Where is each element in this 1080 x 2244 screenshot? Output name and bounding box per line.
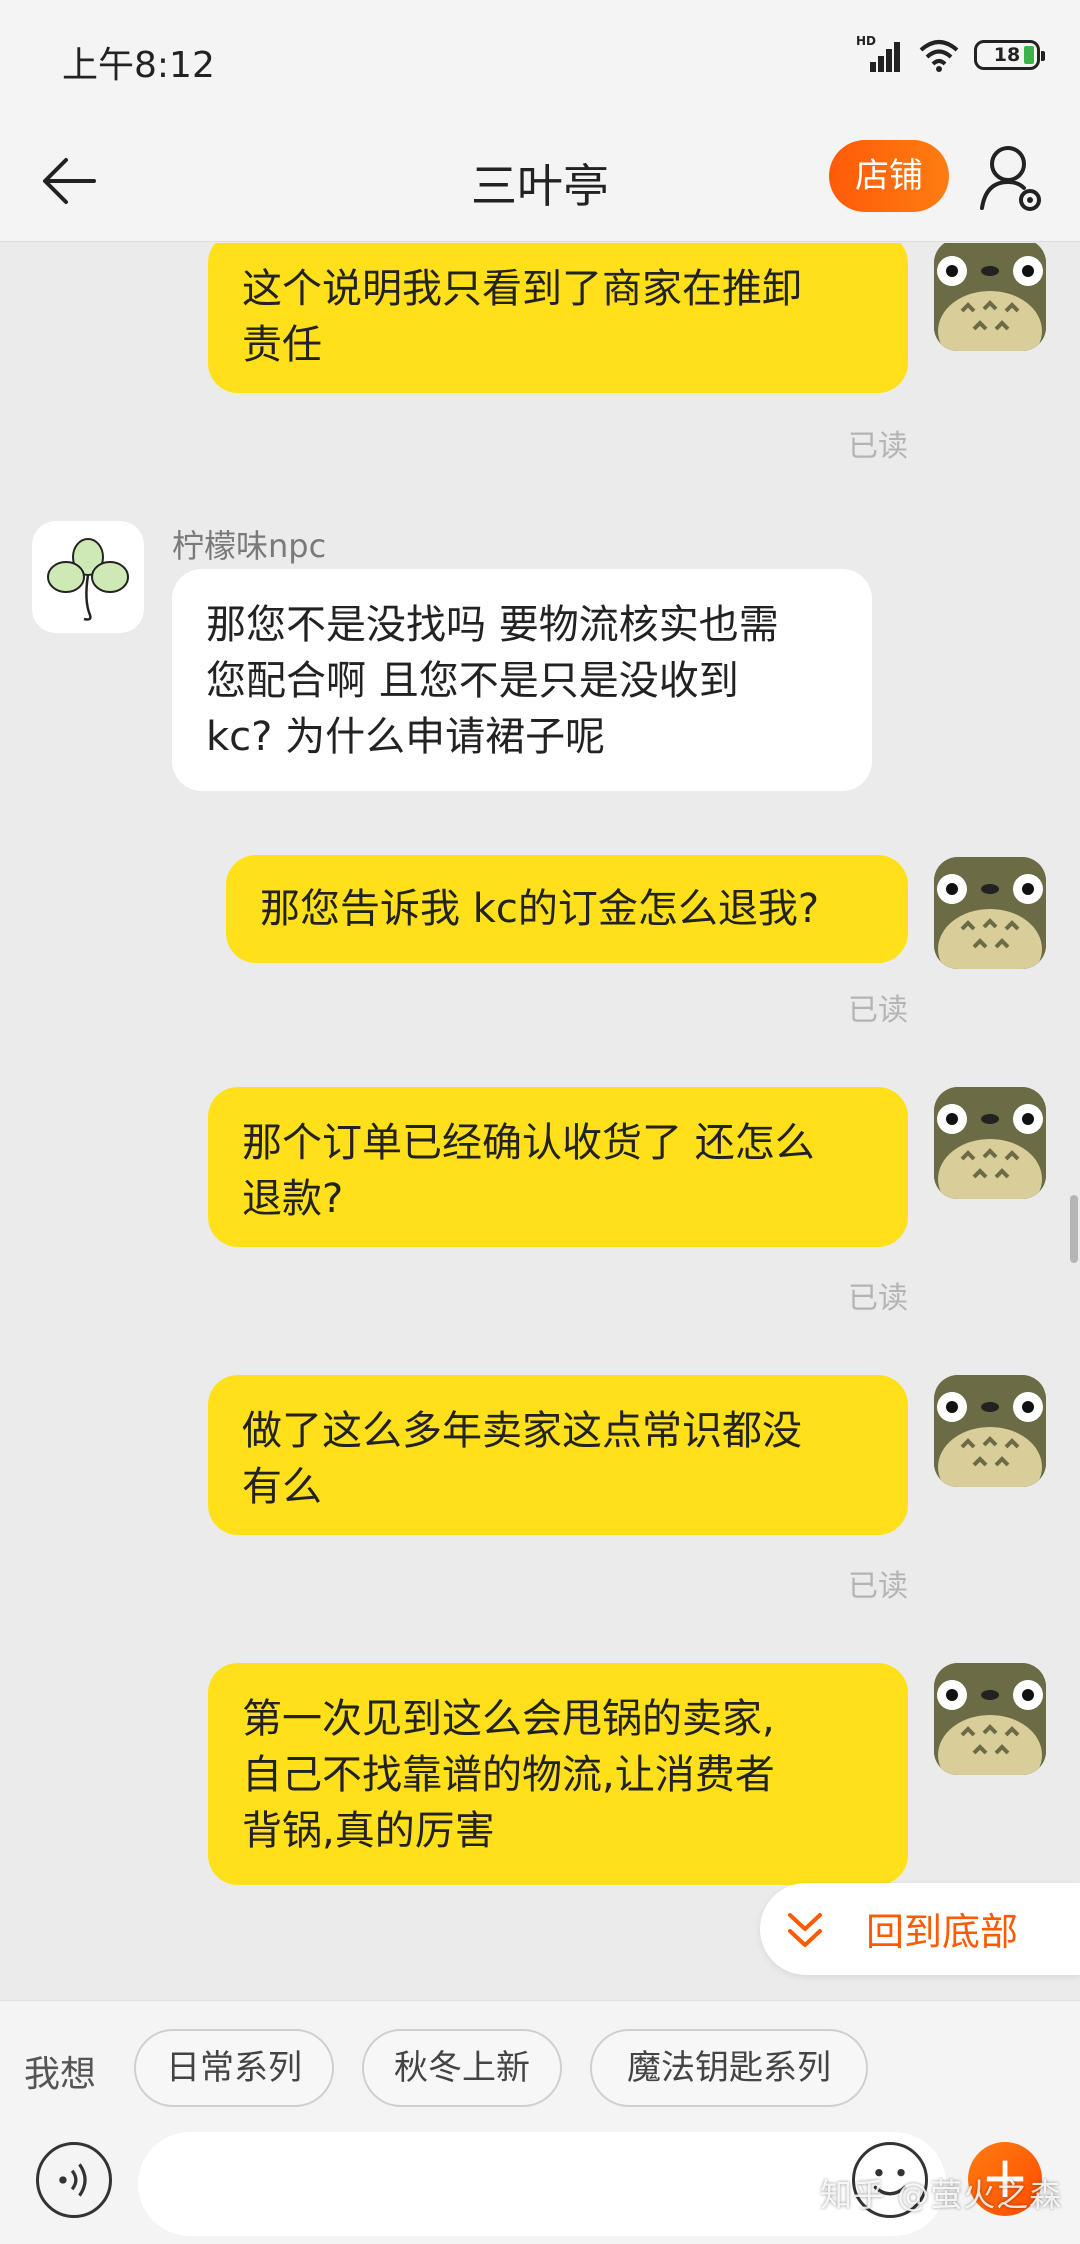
back-to-bottom-button[interactable]: 回到底部 <box>760 1883 1080 1975</box>
quick-reply-bar: 我想 日常系列 秋冬上新 魔法钥匙系列 <box>0 2000 1080 2132</box>
clover-icon <box>47 538 129 621</box>
back-to-bottom-label: 回到底部 <box>866 1910 1019 1954</box>
message-line: 退款? <box>242 1176 344 1222</box>
message-line: 做了这么多年卖家这点常识都没 <box>242 1408 802 1454</box>
totoro-avatar-icon <box>934 1663 1046 1775</box>
status-bar: 上午8:12 HD 18 <box>0 0 1080 120</box>
quick-reply-chip[interactable]: 魔法钥匙系列 <box>590 2029 868 2107</box>
network-type-label: HD <box>856 34 877 48</box>
quick-reply-chip[interactable]: 秋冬上新 <box>362 2029 562 2107</box>
message-line: 责任 <box>242 322 322 368</box>
message-line: 那个订单已经确认收货了 还怎么 <box>242 1120 815 1166</box>
message-line: 那您告诉我 kc的订金怎么退我? <box>260 886 820 932</box>
cellular-signal-icon: HD <box>856 34 904 72</box>
seller-avatar[interactable] <box>32 521 144 633</box>
message-line: 背锅,真的厉害 <box>242 1808 495 1854</box>
message-line: 您配合啊 且您不是只是没收到 <box>206 658 739 704</box>
my-message-bubble[interactable]: 第一次见到这么会甩锅的卖家, 自己不找靠谱的物流,让消费者 背锅,真的厉害 <box>208 1663 908 1885</box>
my-avatar[interactable] <box>934 243 1046 351</box>
status-time: 上午8:12 <box>62 45 215 86</box>
battery-level: 18 <box>993 44 1021 66</box>
message-line: kc? 为什么申请裙子呢 <box>206 714 606 760</box>
read-status: 已读 <box>848 1281 908 1316</box>
totoro-avatar-icon <box>934 1375 1046 1487</box>
my-message-bubble[interactable]: 做了这么多年卖家这点常识都没 有么 <box>208 1375 908 1535</box>
quick-reply-label: 我想 <box>24 2054 97 2095</box>
read-status: 已读 <box>848 429 908 464</box>
user-settings-icon[interactable] <box>978 142 1048 214</box>
my-message-bubble[interactable]: 那个订单已经确认收货了 还怎么 退款? <box>208 1087 908 1247</box>
read-status: 已读 <box>848 1569 908 1604</box>
totoro-avatar-icon <box>934 243 1046 351</box>
my-avatar[interactable] <box>934 1663 1046 1775</box>
totoro-avatar-icon <box>934 1087 1046 1199</box>
message-line: 第一次见到这么会甩锅的卖家, <box>242 1696 775 1742</box>
sender-name: 柠檬味npc <box>172 527 327 565</box>
my-message-bubble[interactable]: 那您告诉我 kc的订金怎么退我? <box>226 855 908 963</box>
chat-messages[interactable]: 这个说明我只看到了商家在推卸 责任 已读 柠檬味npc 那您不是没找吗 要物流核… <box>0 243 1080 2000</box>
message-line: 自己不找靠谱的物流,让消费者 <box>242 1752 775 1798</box>
message-line: 那您不是没找吗 要物流核实也需 <box>206 602 779 648</box>
message-line: 有么 <box>242 1464 322 1510</box>
double-chevron-down-icon <box>788 1913 822 1947</box>
message-line: 这个说明我只看到了商家在推卸 <box>242 266 802 312</box>
status-icons: HD 18 <box>856 34 1045 72</box>
battery-icon: 18 <box>974 40 1045 70</box>
quick-reply-chip[interactable]: 日常系列 <box>134 2029 334 2107</box>
nav-bar: 三叶亭 店铺 <box>0 120 1080 242</box>
seller-message-bubble[interactable]: 那您不是没找吗 要物流核实也需 您配合啊 且您不是只是没收到 kc? 为什么申请… <box>172 569 872 791</box>
watermark: 知乎 @萤火之森 <box>820 2176 1063 2214</box>
wifi-icon <box>919 40 959 72</box>
voice-input-icon[interactable] <box>36 2142 112 2218</box>
my-avatar[interactable] <box>934 1087 1046 1199</box>
my-avatar[interactable] <box>934 857 1046 969</box>
read-status: 已读 <box>848 993 908 1028</box>
scrollbar-thumb[interactable] <box>1070 1195 1078 1263</box>
my-message-bubble[interactable]: 这个说明我只看到了商家在推卸 责任 <box>208 243 908 393</box>
shop-button[interactable]: 店铺 <box>829 140 949 212</box>
totoro-avatar-icon <box>934 857 1046 969</box>
my-avatar[interactable] <box>934 1375 1046 1487</box>
